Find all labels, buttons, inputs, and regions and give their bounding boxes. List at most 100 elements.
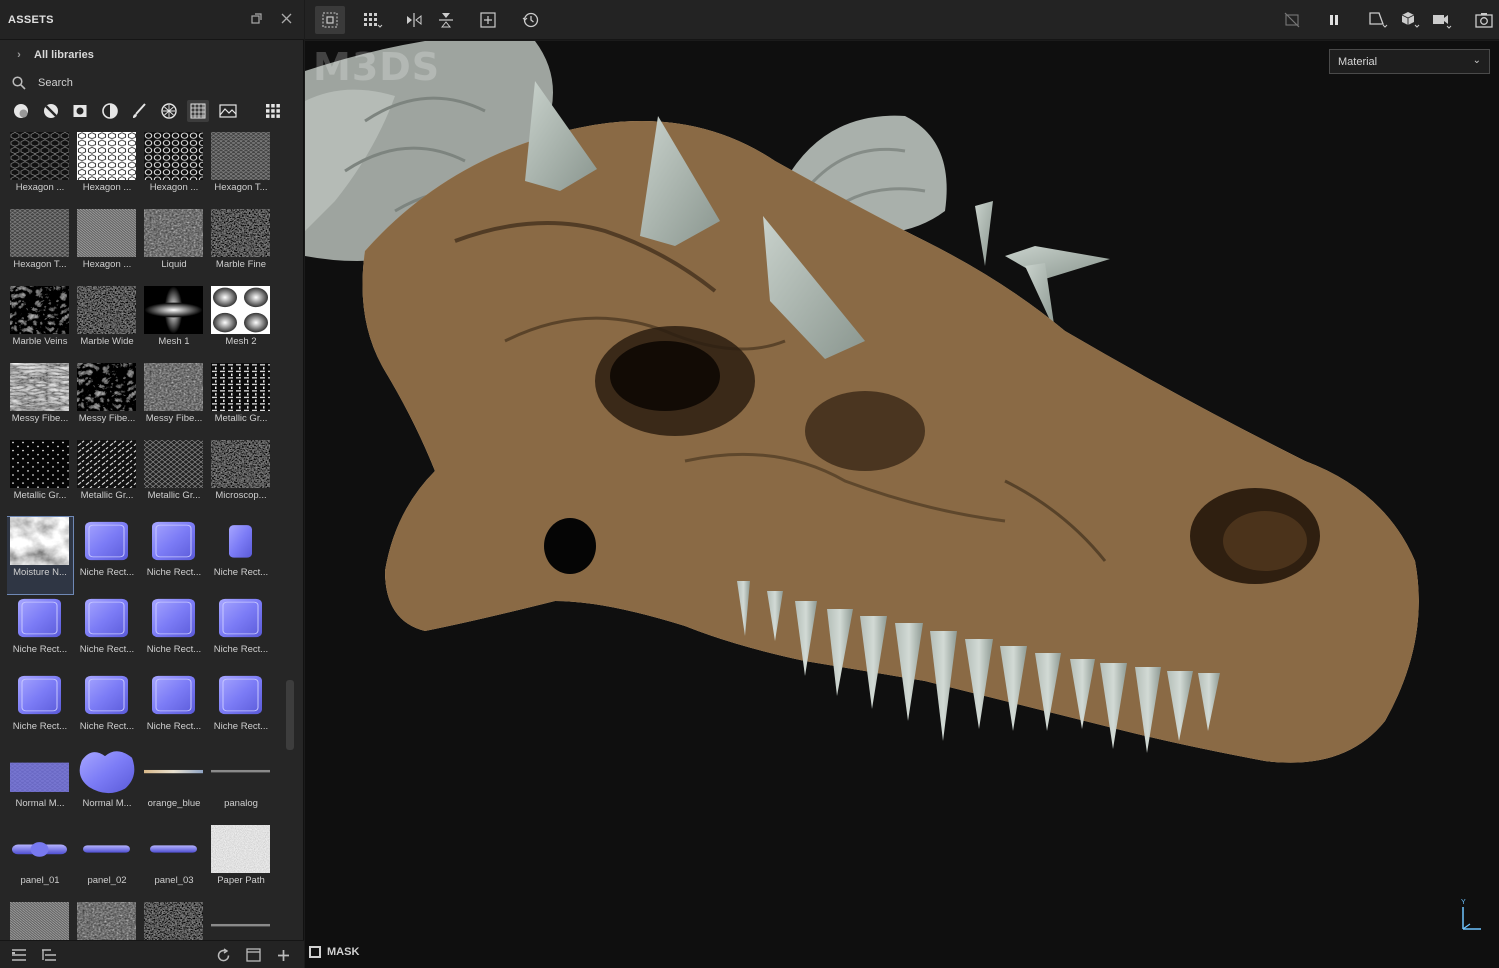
- asset-tile[interactable]: orange_blue: [141, 748, 207, 825]
- thumbnail-normal-rect: [152, 598, 195, 638]
- material-sphere-icon[interactable]: [10, 100, 32, 122]
- asset-tile[interactable]: Niche Rect...: [141, 671, 207, 748]
- asset-thumbnail: [10, 517, 69, 565]
- undock-icon[interactable]: [246, 10, 266, 30]
- mirror-y-icon[interactable]: [431, 6, 461, 34]
- list-view-icon[interactable]: [10, 946, 28, 964]
- asset-tile[interactable]: Niche Rect...: [141, 517, 207, 594]
- refresh-icon[interactable]: [214, 946, 232, 964]
- close-icon[interactable]: [276, 10, 296, 30]
- asset-tile[interactable]: Paper Path: [208, 825, 274, 902]
- assets-footer: [0, 940, 304, 968]
- asset-tile[interactable]: Messy Fibe...: [7, 363, 73, 440]
- asset-tile[interactable]: Niche Rect...: [208, 594, 274, 671]
- tiling-icon[interactable]: [358, 6, 388, 34]
- asset-thumbnail: [144, 132, 203, 180]
- video-camera-icon[interactable]: [1427, 6, 1457, 34]
- tree-view-icon[interactable]: [40, 946, 58, 964]
- asset-thumbnail: [77, 748, 136, 796]
- asset-tile[interactable]: Hexagon ...: [7, 132, 73, 209]
- asset-tile[interactable]: Niche Rect...: [7, 671, 73, 748]
- smart-mask-icon[interactable]: [69, 100, 91, 122]
- asset-tile[interactable]: Niche Rect...: [141, 594, 207, 671]
- fit-view-icon[interactable]: [473, 6, 503, 34]
- asset-tile[interactable]: Microscop...: [208, 440, 274, 517]
- asset-thumbnail: [10, 825, 69, 873]
- search-input[interactable]: [38, 77, 258, 89]
- asset-tile[interactable]: Hexagon T...: [208, 132, 274, 209]
- history-icon[interactable]: [516, 6, 546, 34]
- asset-tile[interactable]: Niche Rect...: [74, 517, 140, 594]
- thumbnail-fiber-light: [10, 363, 69, 411]
- dragon-skull-model[interactable]: [305, 41, 1499, 968]
- new-window-icon[interactable]: [244, 946, 262, 964]
- pause-icon[interactable]: [1319, 6, 1349, 34]
- thumbnail-noise-dark: [144, 902, 203, 940]
- asset-label: Niche Rect...: [79, 721, 135, 732]
- libraries-breadcrumb[interactable]: › All libraries: [14, 46, 94, 64]
- smart-material-icon[interactable]: [40, 100, 62, 122]
- asset-tile[interactable]: Niche Rect...: [74, 671, 140, 748]
- search-bar[interactable]: [12, 72, 292, 94]
- mirror-x-icon[interactable]: [399, 6, 429, 34]
- asset-thumbnail: [144, 594, 203, 642]
- asset-tile[interactable]: Niche Rect...: [7, 594, 73, 671]
- asset-tile[interactable]: panel_03: [141, 825, 207, 902]
- asset-thumbnail: [77, 902, 136, 940]
- asset-tile[interactable]: Marble Wide: [74, 286, 140, 363]
- asset-tile[interactable]: [208, 902, 274, 940]
- 3d-viewport[interactable]: M3DS Material ⌄ MASK Y: [305, 41, 1499, 968]
- screenshot-icon[interactable]: [1469, 6, 1499, 34]
- asset-tile[interactable]: [141, 902, 207, 940]
- asset-tile[interactable]: Niche Rect...: [208, 671, 274, 748]
- asset-tile[interactable]: Mesh 2: [208, 286, 274, 363]
- asset-thumbnail: [144, 209, 203, 257]
- particles-icon[interactable]: [158, 100, 180, 122]
- asset-tile[interactable]: panel_01: [7, 825, 73, 902]
- asset-tile[interactable]: Hexagon ...: [74, 209, 140, 286]
- asset-tile[interactable]: Hexagon ...: [141, 132, 207, 209]
- display-settings-icon[interactable]: [1363, 6, 1393, 34]
- asset-tile[interactable]: Niche Rect...: [208, 517, 274, 594]
- asset-tile[interactable]: Metallic Gr...: [7, 440, 73, 517]
- texture-grid-icon[interactable]: [187, 100, 209, 122]
- environment-icon[interactable]: [217, 100, 239, 122]
- asset-tile[interactable]: Hexagon ...: [74, 132, 140, 209]
- asset-tile[interactable]: Normal M...: [74, 748, 140, 825]
- camera-3d-icon[interactable]: [1395, 6, 1425, 34]
- asset-label: panel_01: [20, 875, 60, 886]
- hide-icon[interactable]: [1277, 6, 1307, 34]
- asset-tile[interactable]: [7, 902, 73, 940]
- symmetry-grid-icon[interactable]: [315, 6, 345, 34]
- asset-tile[interactable]: Marble Veins: [7, 286, 73, 363]
- asset-tile[interactable]: panel_02: [74, 825, 140, 902]
- asset-tile[interactable]: Messy Fibe...: [74, 363, 140, 440]
- asset-tile[interactable]: Marble Fine: [208, 209, 274, 286]
- asset-thumbnail: [10, 363, 69, 411]
- brush-icon[interactable]: [128, 100, 150, 122]
- thumbnail-lines-fine: [10, 902, 69, 940]
- asset-tile[interactable]: Metallic Gr...: [141, 440, 207, 517]
- asset-tile[interactable]: Messy Fibe...: [141, 363, 207, 440]
- asset-tile[interactable]: Moisture N...: [7, 516, 74, 595]
- add-icon[interactable]: [274, 946, 292, 964]
- asset-thumbnail: [77, 209, 136, 257]
- asset-tile[interactable]: Metallic Gr...: [74, 440, 140, 517]
- mask-checkbox[interactable]: [309, 946, 321, 958]
- view-mode-select[interactable]: Material ⌄: [1329, 49, 1490, 74]
- asset-thumbnail: [77, 363, 136, 411]
- asset-tile[interactable]: Metallic Gr...: [208, 363, 274, 440]
- asset-label: Hexagon ...: [82, 182, 132, 193]
- mask-toggle[interactable]: MASK: [309, 943, 359, 961]
- asset-tile[interactable]: Normal M...: [7, 748, 73, 825]
- asset-grid-scrollbar[interactable]: [286, 680, 294, 750]
- asset-tile[interactable]: Niche Rect...: [74, 594, 140, 671]
- asset-tile[interactable]: [74, 902, 140, 940]
- asset-label: Paper Path: [217, 875, 265, 886]
- asset-tile[interactable]: Mesh 1: [141, 286, 207, 363]
- asset-tile[interactable]: Liquid: [141, 209, 207, 286]
- asset-tile[interactable]: Hexagon T...: [7, 209, 73, 286]
- filter-icon[interactable]: [99, 100, 121, 122]
- asset-tile[interactable]: panalog: [208, 748, 274, 825]
- grid-view-icon[interactable]: [262, 100, 284, 122]
